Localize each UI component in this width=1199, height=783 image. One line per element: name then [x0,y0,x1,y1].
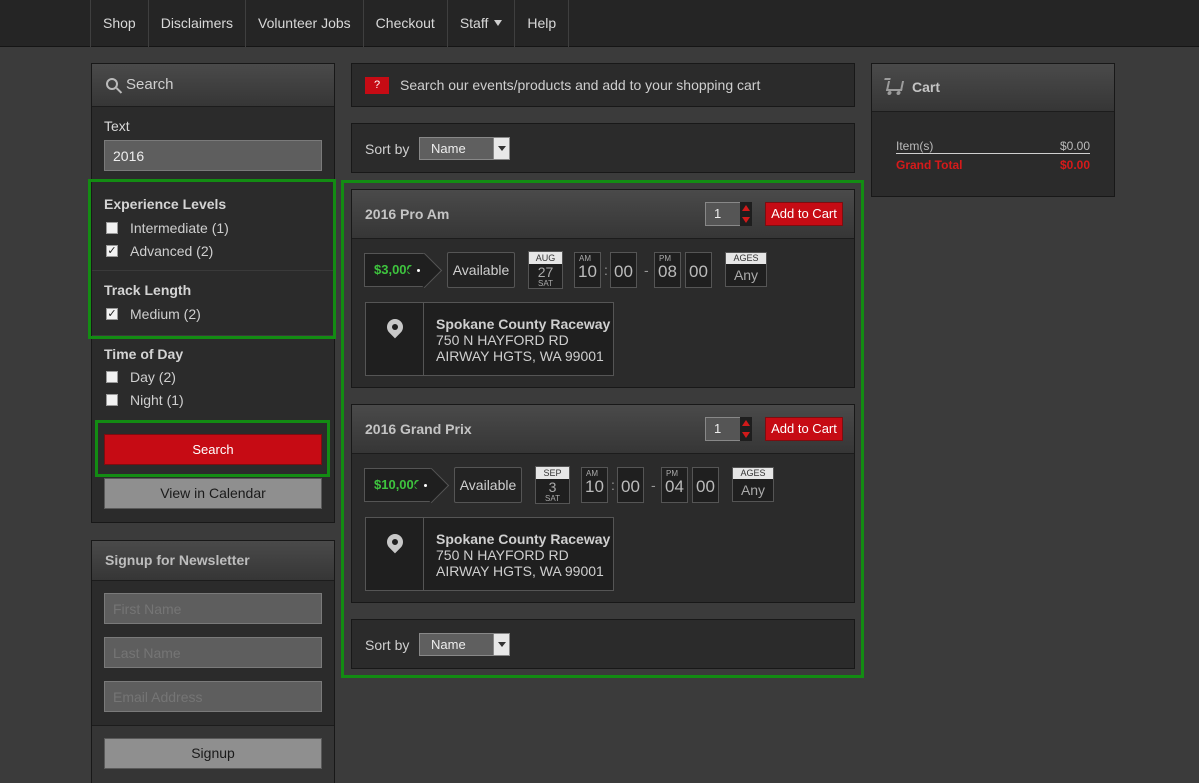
top-nav: Shop Disclaimers Volunteer Jobs Checkout… [0,0,1199,47]
search-text-input[interactable] [104,140,322,171]
text-label: Text [104,118,130,134]
nav-item-shop[interactable]: Shop [91,0,149,47]
night-label: Night (1) [130,392,184,408]
search-panel-title: Search [126,76,174,93]
day-checkbox[interactable] [106,371,118,383]
highlight-results [341,180,864,678]
day-label: Day (2) [130,369,176,385]
time-of-day-title: Time of Day [104,346,184,362]
filter-night[interactable]: Night (1) [106,391,184,409]
nav-item-disclaimers[interactable]: Disclaimers [149,0,247,47]
newsletter-footer: Signup [92,725,334,783]
grand-total-label: Grand Total [896,158,963,172]
cart-items-row: Item(s) $0.00 [896,139,1090,154]
caret-down-icon [494,20,503,26]
info-bar: ? Search our events/products and add to … [351,63,855,107]
info-text: Search our events/products and add to yo… [400,77,761,93]
search-icon [106,78,118,90]
chevron-down-icon [493,138,509,159]
sort-select-value: Name [431,141,466,156]
cart-total-row: Grand Total $0.00 [896,158,1090,172]
email-field[interactable] [104,681,322,712]
nav-item-volunteer-jobs[interactable]: Volunteer Jobs [246,0,364,47]
nav-menu: Shop Disclaimers Volunteer Jobs Checkout… [90,0,570,47]
highlight-search-button [95,420,330,477]
sort-label: Sort by [365,141,410,157]
filter-day[interactable]: Day (2) [106,368,176,386]
last-name-field[interactable] [104,637,322,668]
cart-header: Cart [872,64,1114,112]
signup-button[interactable]: Signup [104,738,322,769]
cart-title: Cart [912,79,941,95]
nav-item-staff[interactable]: Staff [448,0,516,47]
tag-hole-icon [417,269,420,272]
newsletter-title: Signup for Newsletter [92,541,334,581]
cart-items-label: Item(s) [896,139,934,153]
newsletter-panel: Signup for Newsletter Signup [91,540,335,783]
nav-item-checkout[interactable]: Checkout [364,0,448,47]
first-name-field[interactable] [104,593,322,624]
view-calendar-button[interactable]: View in Calendar [104,478,322,509]
nav-item-help[interactable]: Help [515,0,570,47]
search-panel-header: Search [92,64,334,107]
cart-panel: Cart Item(s) $0.00 Grand Total $0.00 [871,63,1115,197]
highlight-filters [88,179,336,339]
cart-icon [885,81,905,91]
sort-select[interactable]: Name [419,137,510,160]
cart-items-value: $0.00 [1059,139,1090,153]
sort-bar-top: Sort by Name [351,123,855,173]
grand-total-value: $0.00 [1059,158,1090,172]
tag-hole-icon [424,484,427,487]
night-checkbox[interactable] [106,394,118,406]
help-badge[interactable]: ? [365,77,389,94]
nav-item-staff-label: Staff [459,15,489,31]
